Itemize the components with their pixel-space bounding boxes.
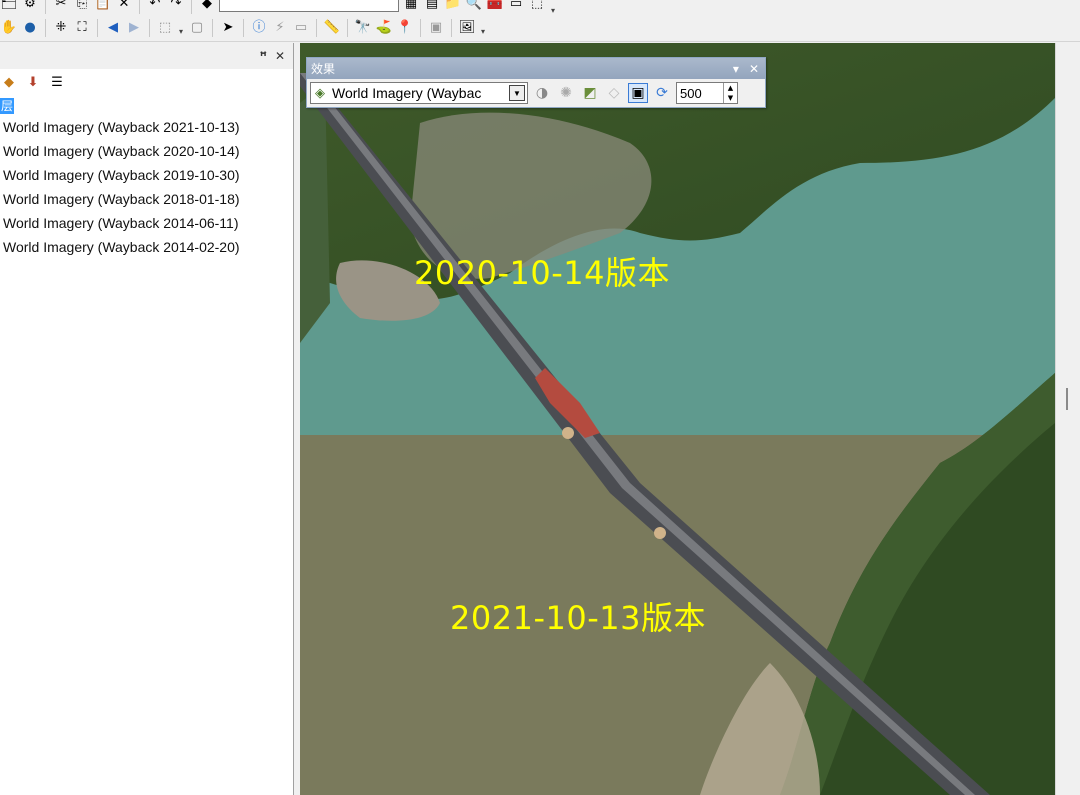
select-elements-icon[interactable]: ➤ xyxy=(219,19,237,37)
effects-toolbar-title: 效果 xyxy=(311,62,336,76)
list-by-source-icon[interactable]: ◆ xyxy=(0,73,18,91)
toolbar-separator xyxy=(243,18,244,37)
add-data-icon[interactable]: ◆ xyxy=(198,0,216,12)
python-icon[interactable]: ▭ xyxy=(507,0,525,12)
fixed-zoom-out-icon[interactable]: ⛶ xyxy=(73,19,91,37)
map-view[interactable]: 2020-10-14版本 2021-10-13版本 xyxy=(300,43,1055,795)
layer-item[interactable]: World Imagery (Wayback 2020-10-14) xyxy=(0,139,293,163)
toolbar-separator xyxy=(97,18,98,37)
toolbar-tools: ✋ ● ⁜ ⛶ ◀ ▶ ⬚ ▾ ▢ ➤ ⓘ ⚡ ▭ 📏 🔭 ⛳ 📍 ▣ 🖼 ▾ xyxy=(0,14,1080,42)
route-icon[interactable]: ⛳ xyxy=(375,19,393,37)
toolbar-separator xyxy=(420,18,421,37)
scrollbar-grip[interactable] xyxy=(1066,388,1068,410)
list-by-selection-icon[interactable]: ⬇ xyxy=(24,73,42,91)
layer-item[interactable]: World Imagery (Wayback 2014-02-20) xyxy=(0,235,293,259)
toc-header: ꟸ ✕ xyxy=(0,43,293,69)
globe-icon[interactable]: 🗂 xyxy=(0,0,18,12)
options-icon[interactable]: ☰ xyxy=(48,73,66,91)
effects-toolbar: 效果 ▾ ✕ ◈ World Imagery (Waybac ▼ ◑ ✺ ◩ ◇… xyxy=(306,57,766,108)
layer-list: World Imagery (Wayback 2021-10-13) World … xyxy=(0,115,293,259)
toolbar-separator xyxy=(451,18,452,37)
adjust-contrast-icon[interactable]: ◑ xyxy=(532,83,552,103)
find-icon[interactable]: 🔭 xyxy=(354,19,372,37)
toolbar-separator xyxy=(191,0,192,14)
layer-item[interactable]: World Imagery (Wayback 2019-10-30) xyxy=(0,163,293,187)
toolbar-separator xyxy=(45,0,46,14)
version-label-2020: 2020-10-14版本 xyxy=(414,254,670,292)
effects-layer-dropdown[interactable]: ◈ World Imagery (Waybac ▼ xyxy=(310,82,528,104)
pin-icon[interactable]: ꟸ xyxy=(260,49,267,63)
toc-toolbar: ◆ ⬇ ☰ xyxy=(0,69,293,95)
full-extent-globe-icon[interactable]: ● xyxy=(21,19,39,37)
model-builder-icon[interactable]: ⬚ xyxy=(528,0,546,12)
toolbar-separator xyxy=(347,18,348,37)
spinner-icon[interactable]: ▲ ▼ xyxy=(723,83,737,103)
layers-group-label[interactable]: 层 xyxy=(0,98,15,114)
search-window-icon[interactable]: 🔍 xyxy=(465,0,483,12)
toolbar-separator xyxy=(212,18,213,37)
chevron-down-icon[interactable]: ▼ xyxy=(509,85,525,101)
adjust-brightness-icon[interactable]: ✺ xyxy=(556,83,576,103)
flicker-layer-icon[interactable]: ⟳ xyxy=(652,83,672,103)
catalog-icon[interactable]: 📁 xyxy=(444,0,462,12)
toolbar-overflow-icon[interactable]: ▾ xyxy=(479,20,487,36)
flicker-rate-input[interactable]: 500 ▲ ▼ xyxy=(676,82,738,104)
toolbar-separator xyxy=(45,18,46,37)
toolbar-separator xyxy=(316,18,317,37)
effects-layer-properties-icon[interactable]: ◇ xyxy=(604,83,624,103)
editor-toolbar-icon[interactable]: ▦ xyxy=(402,0,420,12)
gear-icon[interactable]: ⚙ xyxy=(21,0,39,12)
toolbar-separator xyxy=(149,18,150,37)
pan-icon[interactable]: ✋ xyxy=(0,19,18,37)
redo-icon[interactable]: ↷ xyxy=(167,0,185,12)
toolbar-standard: 🗂 ⚙ ✂ ⎘ 📋 ✕ ↶ ↷ ◆ ▦ ▤ 📁 🔍 🧰 ▭ ⬚ ▾ xyxy=(0,0,1080,14)
table-of-contents-panel: ꟸ ✕ ◆ ⬇ ☰ 层 World Imagery (Wayback 2021-… xyxy=(0,43,294,795)
toolbar-overflow-icon[interactable]: ▾ xyxy=(549,0,557,14)
satellite-imagery xyxy=(300,43,1055,795)
toolbar-separator xyxy=(139,0,140,14)
toolbar-options-dropdown-icon[interactable]: ▾ xyxy=(733,62,739,76)
table-icon[interactable]: ▤ xyxy=(423,0,441,12)
delete-icon[interactable]: ✕ xyxy=(115,0,133,12)
vertical-scrollbar[interactable] xyxy=(1055,43,1080,795)
swipe-layer-icon[interactable]: ▣ xyxy=(628,83,648,103)
select-features-icon[interactable]: ⬚ xyxy=(156,19,174,37)
hyperlink-icon[interactable]: ⚡ xyxy=(271,19,289,37)
layer-item[interactable]: World Imagery (Wayback 2018-01-18) xyxy=(0,187,293,211)
forward-arrow-icon[interactable]: ▶ xyxy=(125,19,143,37)
back-arrow-icon[interactable]: ◀ xyxy=(104,19,122,37)
clear-selection-icon[interactable]: ▢ xyxy=(188,19,206,37)
layer-icon: ◈ xyxy=(315,85,325,100)
identify-icon[interactable]: ⓘ xyxy=(250,19,268,37)
undo-icon[interactable]: ↶ xyxy=(146,0,164,12)
close-icon[interactable]: ✕ xyxy=(275,49,285,63)
effects-toolbar-titlebar[interactable]: 效果 ▾ ✕ xyxy=(307,58,765,79)
select-features-dropdown-icon[interactable]: ▾ xyxy=(177,20,185,36)
effects-layer-value: World Imagery (Waybac xyxy=(332,85,482,101)
fixed-zoom-in-icon[interactable]: ⁜ xyxy=(52,19,70,37)
flicker-rate-value: 500 xyxy=(680,85,702,101)
map-scale-combobox[interactable] xyxy=(219,0,399,12)
paste-icon[interactable]: 📋 xyxy=(94,0,112,12)
html-popup-icon[interactable]: ▭ xyxy=(292,19,310,37)
measure-icon[interactable]: 📏 xyxy=(323,19,341,37)
copy-icon[interactable]: ⎘ xyxy=(73,0,91,12)
time-slider-icon[interactable]: ▣ xyxy=(427,19,445,37)
layer-item[interactable]: World Imagery (Wayback 2021-10-13) xyxy=(0,115,293,139)
go-to-xy-icon[interactable]: 📍 xyxy=(396,19,414,37)
cut-icon[interactable]: ✂ xyxy=(52,0,70,12)
close-icon[interactable]: ✕ xyxy=(749,62,759,76)
arctoolbox-icon[interactable]: 🧰 xyxy=(486,0,504,12)
version-label-2021: 2021-10-13版本 xyxy=(450,599,706,637)
viewer-window-icon[interactable]: 🖼 xyxy=(458,19,476,37)
adjust-transparency-icon[interactable]: ◩ xyxy=(580,83,600,103)
effects-toolbar-body: ◈ World Imagery (Waybac ▼ ◑ ✺ ◩ ◇ ▣ ⟳ 50… xyxy=(307,79,765,107)
layer-item[interactable]: World Imagery (Wayback 2014-06-11) xyxy=(0,211,293,235)
